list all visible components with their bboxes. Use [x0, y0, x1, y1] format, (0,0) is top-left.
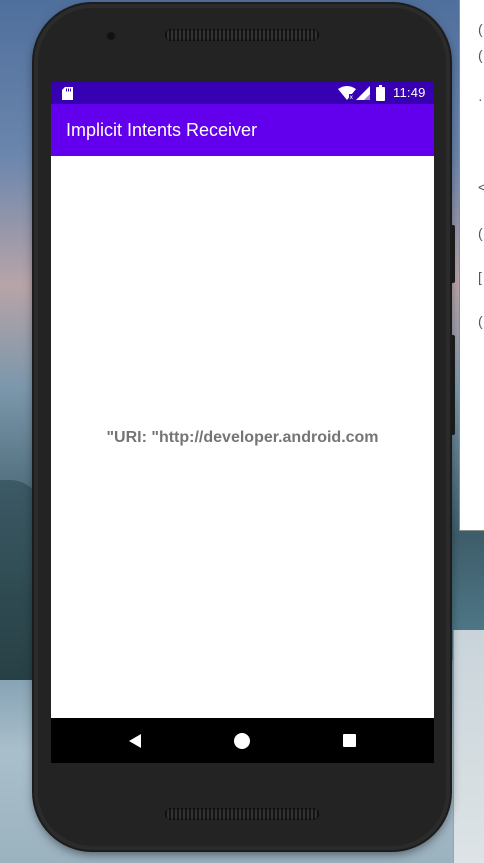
app-bar: Implicit Intents Receiver	[51, 104, 434, 156]
phone-screen: x 11:49 Implicit Intents Receiver "URI: …	[51, 82, 434, 763]
bottom-speaker	[165, 808, 319, 820]
uri-text: "URI: "http://developer.android.com	[106, 429, 379, 446]
back-icon[interactable]	[128, 734, 142, 748]
top-speaker	[165, 29, 319, 41]
background-window: ( ( · < ( [ (	[459, 0, 484, 531]
window-edge-glyph: (	[478, 313, 483, 329]
front-camera-icon	[106, 31, 116, 41]
navigation-bar	[51, 718, 434, 763]
recents-icon[interactable]	[343, 734, 356, 747]
background-panel	[453, 630, 484, 863]
battery-icon	[376, 85, 385, 101]
main-content: "URI: "http://developer.android.com	[51, 156, 434, 718]
window-edge-glyph: [	[478, 269, 482, 285]
window-edge-glyph: (	[478, 47, 483, 63]
signal-icon	[356, 86, 370, 100]
power-button[interactable]	[450, 335, 455, 435]
sd-card-icon	[62, 87, 73, 100]
window-edge-glyph: (	[478, 225, 483, 241]
status-bar: x 11:49	[51, 82, 434, 104]
window-edge-glyph: ·	[478, 91, 483, 107]
app-title: Implicit Intents Receiver	[66, 120, 258, 140]
window-edge-glyph: (	[478, 21, 483, 37]
status-time: 11:49	[393, 85, 426, 100]
wifi-icon: x	[338, 86, 356, 100]
svg-text:x: x	[350, 94, 354, 100]
home-icon[interactable]	[234, 733, 250, 749]
window-edge-glyph: <	[478, 179, 484, 195]
volume-button[interactable]	[450, 225, 455, 283]
